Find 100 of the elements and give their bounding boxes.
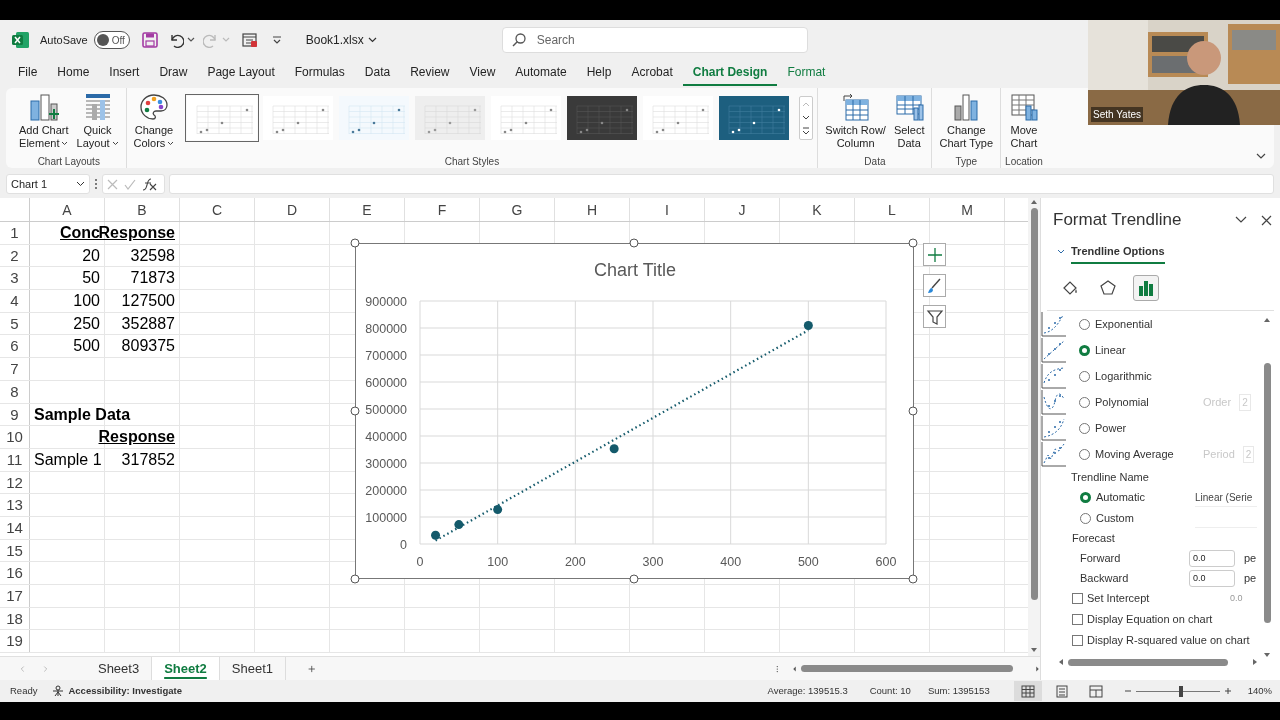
- ribbon-button[interactable]: Change Colors: [130, 92, 178, 150]
- row-header[interactable]: 5: [0, 312, 30, 335]
- chevron-icon[interactable]: [1235, 216, 1247, 224]
- option-label[interactable]: Custom: [1096, 510, 1134, 527]
- row-header[interactable]: 6: [0, 335, 30, 358]
- ribbon-button[interactable]: Change Chart Type: [936, 92, 997, 150]
- data-point[interactable]: [454, 520, 464, 530]
- column-header[interactable]: M: [930, 198, 1005, 221]
- option-label[interactable]: Moving Average: [1095, 445, 1174, 463]
- row-header[interactable]: 8: [0, 380, 30, 403]
- resize-handle[interactable]: [629, 238, 639, 248]
- option-label[interactable]: Power: [1095, 419, 1127, 437]
- ribbon-tab[interactable]: View: [459, 60, 506, 86]
- scrollbar-thumb[interactable]: [1263, 363, 1271, 623]
- chevron-icon[interactable]: [367, 37, 377, 43]
- option-label[interactable]: Polynomial: [1095, 393, 1149, 411]
- radio-button[interactable]: [1079, 396, 1090, 408]
- radio-button[interactable]: [1080, 513, 1091, 524]
- row-header[interactable]: 11: [0, 448, 30, 471]
- ribbon-tab[interactable]: Draw: [149, 60, 198, 86]
- row-header[interactable]: 19: [0, 630, 30, 653]
- resize-handle[interactable]: [350, 574, 360, 584]
- scrollbar-thumb[interactable]: [1068, 658, 1228, 666]
- chart-style-thumbnail[interactable]: [717, 94, 792, 142]
- column-header[interactable]: K: [780, 198, 855, 221]
- checkbox[interactable]: [1072, 635, 1083, 646]
- option-label[interactable]: Set Intercept: [1087, 590, 1150, 607]
- radio-button[interactable]: [1079, 422, 1090, 434]
- option-label[interactable]: Linear: [1095, 341, 1126, 359]
- accessibility-icon[interactable]: [52, 685, 65, 697]
- row-header[interactable]: 1: [0, 222, 30, 244]
- column-header[interactable]: J: [705, 198, 780, 221]
- row-header[interactable]: 17: [0, 585, 30, 607]
- ribbon-button[interactable]: Quick Layout: [73, 92, 122, 150]
- scrollbar-thumb[interactable]: [1030, 208, 1038, 600]
- chart-title[interactable]: Chart Title: [594, 260, 676, 280]
- sheet-form-icon[interactable]: [241, 32, 258, 48]
- zoom-slider[interactable]: [1135, 685, 1220, 697]
- sheet-tab[interactable]: Sheet2: [152, 657, 220, 680]
- chart-style-thumbnail[interactable]: [185, 94, 260, 142]
- ribbon-button[interactable]: Switch Row/ Column: [822, 92, 889, 150]
- row-header[interactable]: 14: [0, 516, 30, 539]
- radio-button[interactable]: [1079, 370, 1090, 382]
- row-header[interactable]: 10: [0, 426, 30, 448]
- chart-style-thumbnail[interactable]: [565, 94, 640, 142]
- scroll-right-icon[interactable]: [1252, 658, 1259, 666]
- name-box[interactable]: Chart 1: [6, 174, 90, 194]
- number-field[interactable]: 0.0: [1189, 569, 1235, 587]
- column-header[interactable]: L: [855, 198, 930, 221]
- ribbon-tab[interactable]: Review: [400, 60, 460, 86]
- ribbon-tab[interactable]: Home: [47, 60, 100, 86]
- radio-button[interactable]: [1079, 344, 1090, 356]
- row-header[interactable]: 3: [0, 267, 30, 290]
- ribbon-tab[interactable]: Data: [354, 60, 401, 86]
- pane-tab[interactable]: [1133, 275, 1159, 301]
- row-header[interactable]: 16: [0, 562, 30, 584]
- column-header[interactable]: E: [330, 198, 405, 221]
- checkbox[interactable]: [1072, 593, 1083, 604]
- ribbon-tab[interactable]: Formulas: [284, 60, 355, 86]
- column-header[interactable]: B: [105, 198, 180, 221]
- file-name[interactable]: Book1.xlsx: [305, 31, 364, 49]
- chart-style-thumbnail[interactable]: [413, 94, 488, 142]
- row-header[interactable]: 15: [0, 539, 30, 562]
- resize-handle[interactable]: [908, 574, 918, 584]
- ribbon-tab[interactable]: Help: [576, 60, 622, 86]
- zoom-level[interactable]: 140%: [1247, 683, 1272, 699]
- name-field[interactable]: Linear (Serie: [1195, 488, 1257, 507]
- row-header[interactable]: 13: [0, 494, 30, 516]
- chart[interactable]: Chart Title 0 100000 200000 300000 400000 500000 600000 700000 800000 900000 0 100 200 300 400 500 600: [355, 243, 914, 579]
- chart-style-thumbnail[interactable]: [337, 94, 412, 142]
- column-header[interactable]: F: [405, 198, 480, 221]
- resize-handle[interactable]: [350, 406, 360, 416]
- resize-handle[interactable]: [629, 574, 639, 584]
- close-icon[interactable]: [1261, 214, 1272, 226]
- view-button[interactable]: [1013, 681, 1042, 701]
- caret-icon[interactable]: [186, 37, 195, 43]
- collapse-ribbon-icon[interactable]: [1256, 153, 1266, 159]
- zoom-in-icon[interactable]: [1223, 687, 1232, 695]
- radio-button[interactable]: [1080, 492, 1091, 503]
- column-header[interactable]: H: [555, 198, 630, 221]
- data-point[interactable]: [609, 444, 619, 454]
- option-label[interactable]: Exponential: [1095, 315, 1153, 333]
- row-header[interactable]: 7: [0, 358, 30, 380]
- column-header[interactable]: G: [480, 198, 555, 221]
- ribbon-tab[interactable]: Page Layout: [197, 60, 285, 86]
- chart-styles-button[interactable]: [923, 274, 946, 297]
- scroll-up-icon[interactable]: [1263, 317, 1271, 323]
- column-header[interactable]: D: [255, 198, 330, 221]
- row-header[interactable]: 9: [0, 403, 30, 426]
- ribbon-tab[interactable]: Automate: [505, 60, 577, 86]
- chart-filters-button[interactable]: [923, 305, 946, 328]
- ribbon-tab[interactable]: File: [8, 60, 48, 86]
- option-label[interactable]: Display Equation on chart: [1087, 611, 1213, 628]
- slider-thumb[interactable]: [1179, 685, 1184, 697]
- resize-handle[interactable]: [908, 238, 918, 248]
- accessibility-status[interactable]: Accessibility: Investigate: [68, 683, 182, 699]
- ribbon-tab[interactable]: Format: [777, 60, 836, 86]
- data-point[interactable]: [493, 505, 503, 515]
- radio-button[interactable]: [1079, 448, 1090, 460]
- customize-icon[interactable]: [271, 35, 282, 45]
